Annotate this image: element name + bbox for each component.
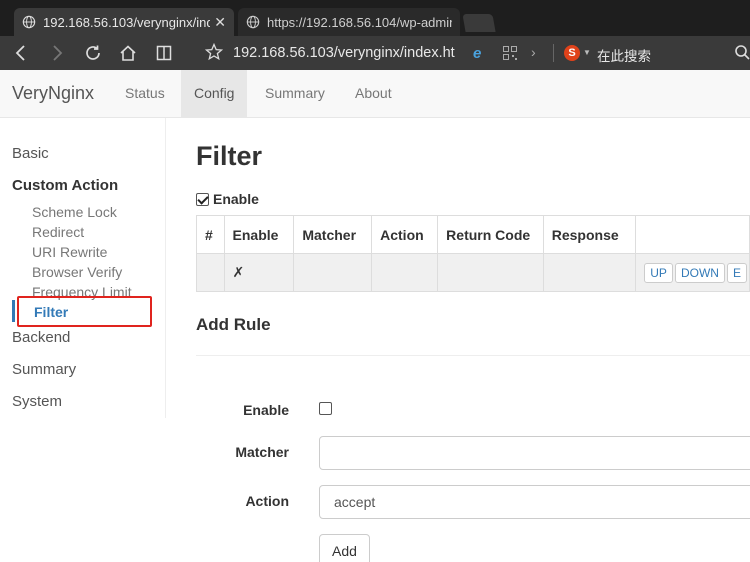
cell-operations: UP DOWN E [635, 253, 750, 292]
browser-toolbar: 192.168.56.103/verynginx/index.html e › … [0, 36, 750, 70]
chevron-right-icon[interactable]: › [531, 44, 536, 60]
sidebar-item-scheme-lock[interactable]: Scheme Lock [32, 204, 117, 220]
sidebar-item-summary[interactable]: Summary [12, 361, 76, 378]
sidebar-item-basic[interactable]: Basic [12, 145, 49, 162]
col-action: Action [371, 215, 439, 254]
filter-enable-toggle[interactable]: Enable [196, 191, 259, 207]
col-response: Response [542, 215, 637, 254]
ie-mode-icon[interactable]: e [473, 45, 481, 62]
down-button[interactable]: DOWN [674, 262, 725, 283]
sogou-search-icon[interactable]: S [564, 45, 580, 61]
reading-view-icon[interactable] [153, 42, 175, 64]
col-enable: Enable [223, 215, 295, 254]
edit-button[interactable]: E [726, 262, 747, 283]
globe-icon [22, 15, 36, 29]
cell-enable: ✗ [223, 253, 295, 292]
col-index: # [196, 215, 225, 254]
star-icon[interactable] [204, 42, 224, 66]
cell-response [542, 253, 637, 292]
active-indicator [12, 300, 15, 322]
nav-summary[interactable]: Summary [252, 70, 338, 117]
col-matcher: Matcher [293, 215, 373, 254]
nav-config[interactable]: Config [181, 70, 248, 117]
nav-status[interactable]: Status [112, 70, 178, 117]
action-select[interactable]: accept [319, 485, 750, 519]
add-enable-label: Enable [243, 402, 289, 418]
col-return-code: Return Code [437, 215, 544, 254]
brand-logo[interactable]: VeryNginx [12, 83, 94, 104]
add-rule-title: Add Rule [196, 315, 271, 334]
back-arrow-icon[interactable] [10, 42, 32, 64]
add-enable-checkbox[interactable] [319, 402, 332, 415]
toolbar-divider [553, 44, 554, 62]
cell-index [196, 253, 225, 292]
matcher-label: Matcher [235, 444, 289, 460]
matcher-select[interactable] [319, 436, 750, 470]
sidebar-item-browser-verify[interactable]: Browser Verify [32, 264, 122, 280]
chevron-down-icon[interactable]: ▼ [583, 48, 591, 57]
browser-tab-verynginx[interactable]: 192.168.56.103/verynginx/index.html ✕ [14, 8, 234, 36]
nav-about[interactable]: About [342, 70, 405, 117]
sidebar-item-redirect[interactable]: Redirect [32, 224, 84, 240]
sidebar: Basic Custom Action Scheme Lock Redirect… [0, 118, 166, 418]
reload-icon[interactable] [82, 42, 104, 64]
table-row: ✗ UP DOWN E [196, 253, 750, 292]
page-title: Filter [196, 141, 263, 171]
tab-title: https://192.168.56.104/wp-admin/ [267, 14, 452, 30]
address-bar[interactable]: 192.168.56.103/verynginx/index.html [233, 45, 455, 61]
sidebar-item-custom-action[interactable]: Custom Action [12, 177, 118, 194]
action-label: Action [245, 493, 289, 509]
globe-icon [246, 15, 260, 29]
col-operations [635, 215, 750, 254]
enable-checkbox[interactable] [196, 192, 209, 206]
forward-arrow-icon[interactable] [46, 42, 68, 64]
new-tab-button[interactable] [462, 14, 496, 32]
table-header-row: # Enable Matcher Action Return Code Resp… [196, 215, 750, 254]
browser-tab-bar: 192.168.56.103/verynginx/index.html ✕ ht… [0, 0, 750, 36]
qr-code-icon[interactable] [503, 46, 517, 60]
close-icon[interactable]: ✕ [214, 14, 226, 31]
browser-tab-wp-admin[interactable]: https://192.168.56.104/wp-admin/ [238, 8, 460, 36]
cell-matcher [293, 253, 373, 292]
sidebar-item-system[interactable]: System [12, 393, 62, 410]
enable-label: Enable [213, 191, 259, 207]
tab-title: 192.168.56.103/verynginx/index.html [43, 14, 211, 30]
sidebar-item-uri-rewrite[interactable]: URI Rewrite [32, 244, 107, 260]
add-button[interactable]: Add [319, 534, 370, 562]
highlight-annotation [17, 296, 152, 327]
app-navbar: VeryNginx Status Config Summary About [0, 70, 750, 118]
cell-action [371, 253, 439, 292]
cell-return-code [437, 253, 544, 292]
rules-table: # Enable Matcher Action Return Code Resp… [196, 215, 750, 292]
home-icon[interactable] [117, 42, 139, 64]
sidebar-item-backend[interactable]: Backend [12, 329, 70, 346]
search-icon[interactable] [734, 44, 750, 65]
search-input[interactable]: 在此搜索 [597, 45, 651, 65]
up-button[interactable]: UP [644, 262, 673, 283]
divider [196, 355, 750, 356]
